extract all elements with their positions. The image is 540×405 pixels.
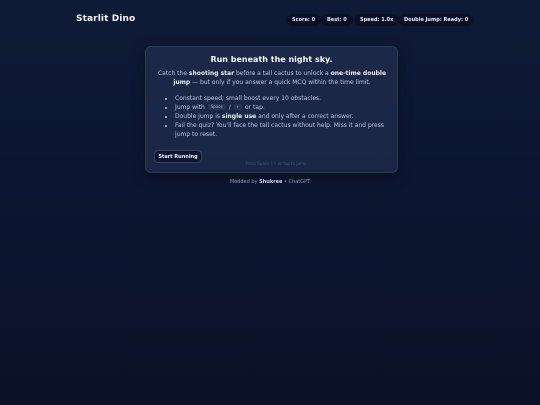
rule-single-use: single use [221,113,257,120]
game-title: Starlit Dino [76,14,136,24]
intro-title: Run beneath the night sky. [210,55,333,64]
intro-text-1: Catch the [157,70,189,77]
rule-jump-pre: Jump with [175,104,207,111]
intro-description: Catch the shooting star before a tall ca… [155,69,389,87]
intro-text-2: before a tall cactus to unlock a [234,70,331,77]
rule-double-pre: Double jump is [175,113,222,120]
score-badge: Score: 0 [286,14,322,26]
rule-item: Constant speed; small boost every 10 obs… [175,94,395,103]
credits-author: Shukree [259,179,283,185]
rules-list: Constant speed; small boost every 10 obs… [166,94,395,139]
intro-text-3: — but only if you answer a quick MCQ wit… [190,79,371,86]
best-score-badge: Best: 0 [321,14,353,26]
rule-item: Fail the quiz? You'll face the tall cact… [175,121,395,139]
rule-item: Double jump is single use and only after… [175,112,395,121]
speed-badge: Speed: 1.0x [354,14,400,26]
intro-overlay-card: Run beneath the night sky. Catch the sho… [145,46,398,173]
rule-fail-quiz: Fail the quiz? You'll face the tall cact… [175,122,384,138]
intro-shooting-star: shooting star [188,70,235,77]
arrow-up-key: ↑ [233,104,243,110]
jump-hint: Press Space / ↑ or tap to jump [245,161,307,166]
rule-speed: Constant speed; small boost every 10 obs… [175,95,322,102]
double-jump-status-badge: Double Jump: Ready: 0 [398,14,475,26]
credits-suffix: • ChatGPT [282,179,311,185]
rule-jump-post: or tap. [243,104,265,111]
credits-prefix: Modded by [229,179,260,185]
start-running-button[interactable]: Start Running [154,150,202,163]
rule-jump-sep: / [226,104,233,111]
credits-footer: Modded by Shukree • ChatGPT [0,179,540,185]
rule-item: Jump with Space / ↑ or tap. [175,103,395,112]
space-key: Space [207,104,226,110]
top-bar: Starlit Dino Score: 0 Best: 0 Speed: 1.0… [0,0,540,40]
rule-double-post: and only after a correct answer. [256,113,354,120]
